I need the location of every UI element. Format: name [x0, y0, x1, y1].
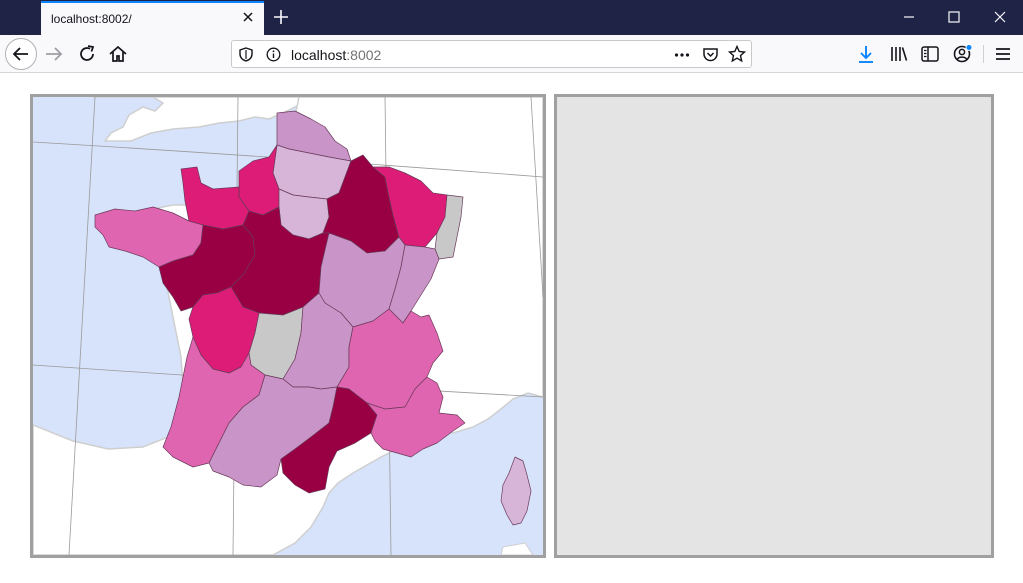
shield-icon[interactable]	[239, 47, 253, 62]
info-icon[interactable]	[266, 47, 281, 62]
url-host: localhost	[291, 47, 347, 63]
reload-icon[interactable]	[76, 43, 98, 65]
url-port: :8002	[346, 47, 382, 63]
forward-arrow-icon[interactable]	[43, 43, 65, 65]
tab-title: localhost:8002/	[51, 12, 132, 26]
close-window-icon[interactable]	[991, 8, 1009, 26]
info-panel	[554, 94, 994, 558]
sidebar-icon[interactable]	[919, 43, 941, 65]
download-icon[interactable]	[855, 43, 877, 65]
account-icon[interactable]	[951, 43, 973, 65]
back-button[interactable]	[5, 38, 37, 70]
hamburger-menu-icon[interactable]	[992, 43, 1014, 65]
back-arrow-icon	[12, 47, 28, 61]
minimize-icon[interactable]	[900, 8, 918, 26]
new-tab-icon[interactable]	[272, 8, 290, 26]
library-icon[interactable]	[888, 43, 910, 65]
toolbar-separator	[983, 45, 984, 63]
more-actions-icon[interactable]	[674, 48, 690, 62]
pocket-icon[interactable]	[702, 46, 719, 63]
map-panel[interactable]	[30, 94, 546, 558]
url-bar[interactable]: localhost:8002	[231, 40, 752, 68]
bookmark-star-icon[interactable]	[728, 45, 746, 63]
home-icon[interactable]	[107, 43, 129, 65]
browser-titlebar: localhost:8002/	[0, 0, 1023, 35]
maximize-icon[interactable]	[945, 8, 963, 26]
browser-navbar: localhost:8002	[0, 35, 1023, 73]
url-text[interactable]: localhost:8002	[291, 47, 381, 63]
choropleth-map[interactable]	[33, 97, 543, 555]
close-tab-icon[interactable]	[240, 9, 256, 25]
browser-tab[interactable]: localhost:8002/	[41, 1, 264, 35]
